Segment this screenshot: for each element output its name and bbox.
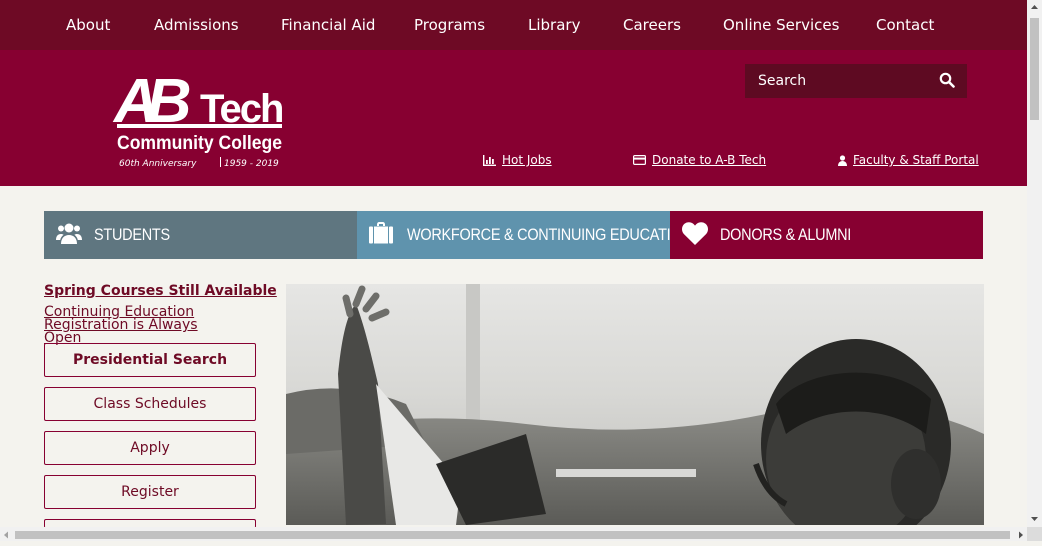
workforce-tile[interactable]: WORKFORCE & CONTINUING EDUCATION [357,211,692,259]
top-navigation: About Admissions Financial Aid Programs … [0,0,1027,50]
apply-button[interactable]: Apply [44,431,256,465]
users-icon [56,222,82,251]
user-icon [838,154,847,166]
register-button[interactable]: Register [44,475,256,509]
site-header: AB Tech Community College 60th Anniversa… [0,50,1027,186]
donors-tile[interactable]: DONORS & ALUMNI [670,211,983,259]
students-tile-label: STUDENTS [94,225,170,244]
college-logo[interactable]: AB Tech Community College 60th Anniversa… [112,67,287,170]
search-input[interactable]: Search [758,73,806,89]
spring-courses-link[interactable]: Spring Courses Still Available [44,283,277,299]
nav-contact[interactable]: Contact [876,16,934,34]
nav-library[interactable]: Library [528,16,580,34]
hot-jobs-link[interactable]: Hot Jobs [483,153,552,167]
credit-card-icon [633,155,646,165]
class-schedules-button[interactable]: Class Schedules [44,387,256,421]
heart-icon [681,222,709,250]
scroll-right-icon[interactable] [1019,531,1023,539]
continuing-education-link[interactable]: Continuing Education Registration is Alw… [44,305,234,345]
scroll-left-icon[interactable] [4,531,8,539]
nav-financial-aid[interactable]: Financial Aid [281,16,375,34]
search-icon[interactable] [939,72,955,92]
students-tile[interactable]: STUDENTS [44,211,357,259]
scroll-down-icon[interactable] [1031,517,1038,521]
briefcase-icon [369,222,393,249]
horizontal-scrollbar[interactable] [0,527,1027,541]
workforce-tile-label: WORKFORCE & CONTINUING EDUCATION [407,225,692,244]
faculty-portal-label: Faculty & Staff Portal [853,153,979,167]
audience-tiles: STUDENTS WORKFORCE & CONTINUING EDUCATIO… [44,211,983,259]
vertical-scroll-thumb[interactable] [1030,18,1039,120]
donate-label: Donate to A-B Tech [652,153,767,167]
logo-divider [220,157,221,167]
donate-link[interactable]: Donate to A-B Tech [633,153,766,167]
logo-anniversary: 60th Anniversary [119,159,197,169]
vertical-scrollbar[interactable] [1027,0,1042,527]
hero-photo [286,284,984,525]
logo-rule [117,124,282,128]
nav-about[interactable]: About [66,16,110,34]
search-box[interactable]: Search [745,64,967,98]
horizontal-scroll-thumb[interactable] [15,531,1010,539]
faculty-portal-link[interactable]: Faculty & Staff Portal [838,153,979,167]
nav-admissions[interactable]: Admissions [154,16,239,34]
logo-years: 1959 - 2019 [224,159,279,169]
hot-jobs-label: Hot Jobs [502,153,552,167]
scroll-up-icon[interactable] [1031,5,1038,9]
presidential-search-button[interactable]: Presidential Search [44,343,256,377]
ab-tech-logo-graphic: AB Tech Community College 60th Anniversa… [112,67,284,169]
nav-careers[interactable]: Careers [623,16,681,34]
donors-tile-label: DONORS & ALUMNI [720,225,852,244]
nav-programs[interactable]: Programs [414,16,485,34]
logo-college-name: Community College [117,133,282,154]
scrollbar-corner [1027,527,1042,541]
bar-chart-icon [483,154,496,166]
nav-online-services[interactable]: Online Services [723,16,839,34]
